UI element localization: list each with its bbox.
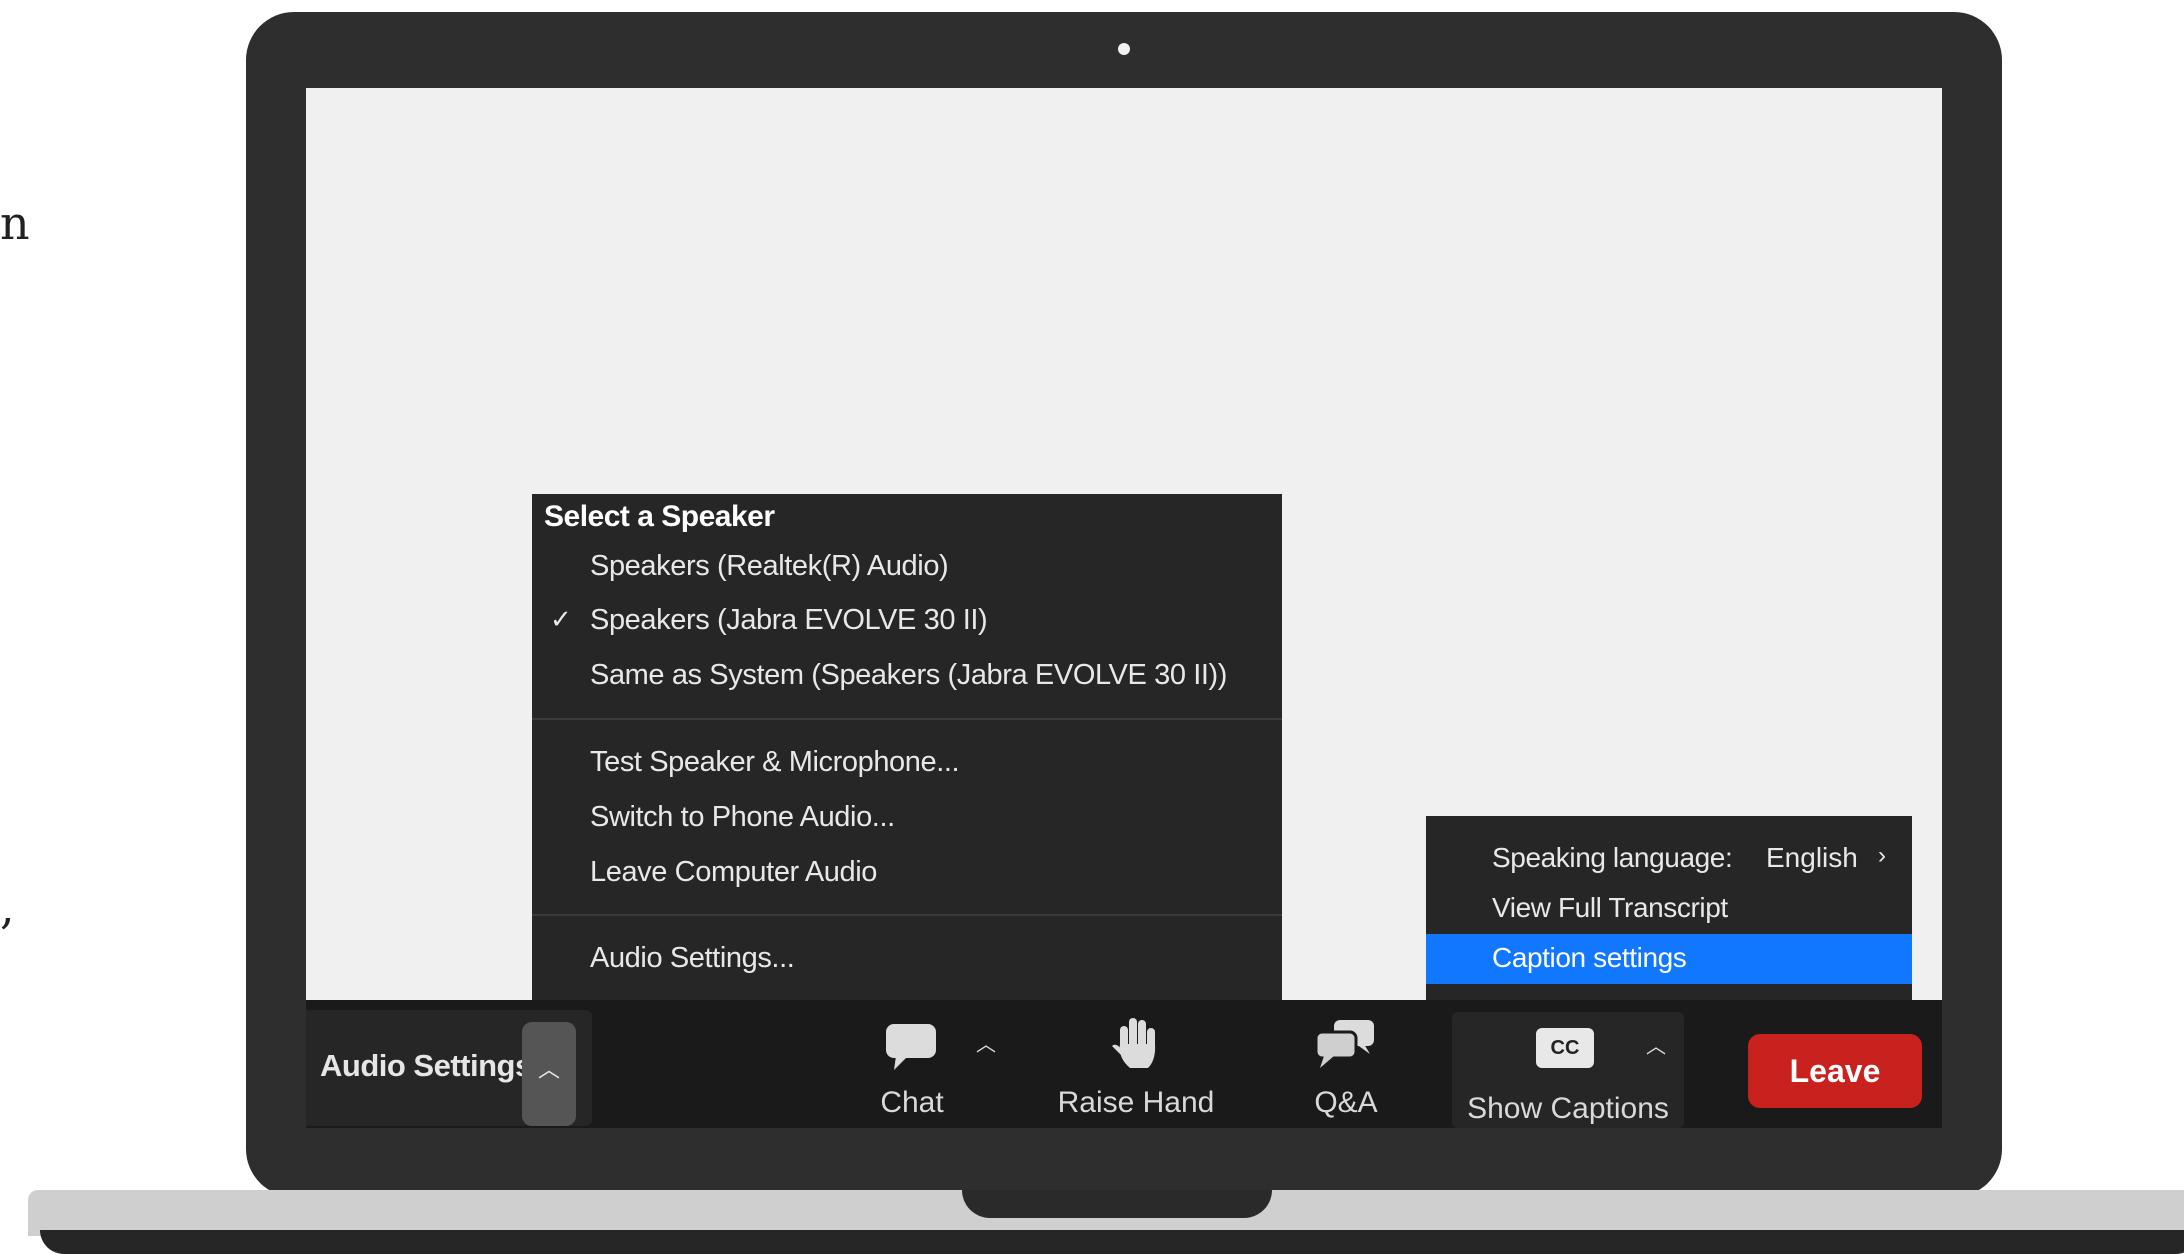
leave-computer-audio-item[interactable]: Leave Computer Audio	[590, 856, 877, 889]
chevron-up-icon: ︿	[537, 1058, 560, 1083]
audio-settings-button[interactable]: Audio Settings	[320, 1048, 532, 1084]
laptop-base-shadow	[40, 1230, 2184, 1254]
captions-dropdown-menu: Speaking language: English › View Full T…	[1426, 816, 1912, 1000]
hand-icon	[1046, 1014, 1226, 1074]
chevron-up-icon[interactable]: ︿	[1646, 1030, 1666, 1059]
menu-divider	[532, 718, 1282, 720]
view-full-transcript-item[interactable]: View Full Transcript	[1492, 892, 1728, 924]
speaking-language-value: English	[1766, 842, 1858, 873]
chat-bubble-icon	[862, 1014, 962, 1074]
menu-divider	[532, 914, 1282, 916]
closed-captions-icon: CC	[1536, 1028, 1594, 1068]
speaker-dropdown-menu: Select a Speaker Speakers (Realtek(R) Au…	[532, 494, 1282, 1000]
switch-to-phone-audio-item[interactable]: Switch to Phone Audio...	[590, 801, 895, 834]
audio-settings-group: Audio Settings ︿	[306, 1010, 592, 1126]
chevron-right-icon: ›	[1878, 842, 1886, 869]
speaker-option-realtek[interactable]: Speakers (Realtek(R) Audio)	[590, 550, 949, 583]
speaker-option-same-as-system[interactable]: Same as System (Speakers (Jabra EVOLVE 3…	[590, 659, 1227, 692]
qa-button[interactable]: Q&A	[1296, 1014, 1396, 1120]
audio-settings-item[interactable]: Audio Settings...	[590, 942, 795, 975]
leave-button[interactable]: Leave	[1748, 1034, 1922, 1108]
qa-bubbles-icon	[1296, 1014, 1396, 1074]
chat-button[interactable]: Chat	[862, 1014, 962, 1120]
qa-label: Q&A	[1314, 1086, 1378, 1119]
show-captions-label: Show Captions	[1467, 1092, 1669, 1125]
show-captions-button[interactable]: CC ︿ Show Captions	[1452, 1012, 1684, 1128]
cropped-text-fragment: n	[0, 196, 30, 250]
checkmark-icon: ✓	[550, 604, 572, 634]
speaking-language-label: Speaking language:	[1492, 842, 1733, 873]
speaker-option-jabra[interactable]: Speakers (Jabra EVOLVE 30 II)	[590, 604, 988, 637]
raise-hand-button[interactable]: Raise Hand	[1046, 1014, 1226, 1120]
chevron-up-icon[interactable]: ︿	[976, 1028, 996, 1057]
laptop-hinge-notch	[962, 1190, 1272, 1218]
chat-label: Chat	[880, 1086, 944, 1119]
raise-hand-label: Raise Hand	[1057, 1086, 1215, 1119]
laptop-screen: Select a Speaker Speakers (Realtek(R) Au…	[306, 88, 1942, 1128]
caption-settings-item[interactable]: Caption settings	[1492, 942, 1687, 974]
test-speaker-microphone-item[interactable]: Test Speaker & Microphone...	[590, 746, 960, 779]
cropped-text-fragment: ,	[0, 880, 15, 934]
meeting-toolbar: Audio Settings ︿ Chat ︿ Raise Hand Q&A C…	[306, 1000, 1942, 1128]
speaking-language-item[interactable]: Speaking language:	[1492, 842, 1733, 874]
select-speaker-heading: Select a Speaker	[544, 500, 775, 533]
webcam-icon	[1118, 43, 1130, 55]
audio-options-caret-button[interactable]: ︿	[522, 1022, 576, 1126]
